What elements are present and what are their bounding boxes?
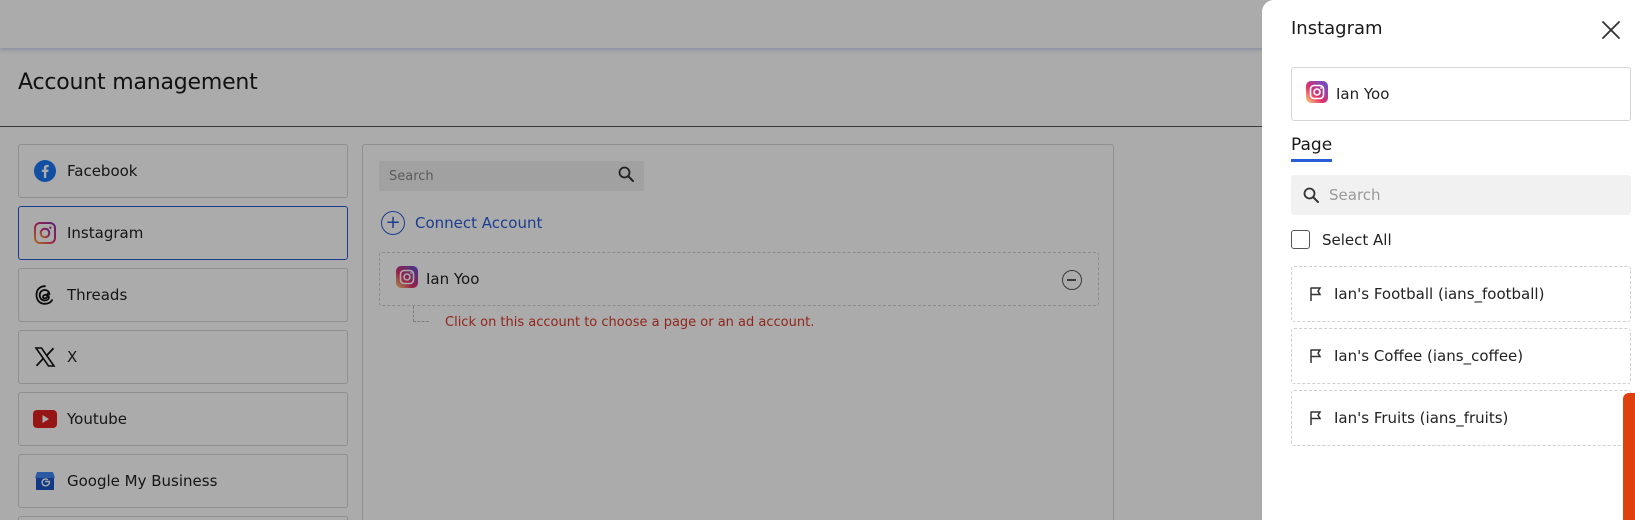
tree-connector: [413, 306, 429, 322]
platform-label: Google My Business: [67, 472, 218, 490]
tab-page[interactable]: Page: [1291, 135, 1333, 162]
select-all-checkbox[interactable]: [1291, 230, 1310, 249]
platform-label: Youtube: [67, 410, 127, 428]
select-all[interactable]: Select All: [1291, 230, 1392, 249]
platform-item-more[interactable]: [18, 516, 348, 520]
page-search-input[interactable]: [1329, 186, 1631, 204]
platform-label: X: [67, 348, 78, 366]
connect-account-button[interactable]: + Connect Account: [381, 211, 542, 235]
account-search-input[interactable]: [389, 168, 618, 184]
account-name: Ian Yoo: [426, 270, 480, 288]
remove-account-icon[interactable]: [1062, 270, 1082, 290]
instagram-drawer: Instagram Ian Yoo Page Select All Ian's …: [1262, 0, 1635, 520]
x-icon: [33, 345, 57, 369]
close-icon: [1602, 21, 1620, 39]
instagram-icon: [1306, 81, 1328, 107]
page-item[interactable]: Ian's Coffee (ians_coffee): [1291, 328, 1631, 384]
flag-icon: [1310, 287, 1322, 301]
connect-account-label: Connect Account: [415, 214, 543, 232]
platform-item-x[interactable]: X: [18, 330, 348, 384]
platform-item-threads[interactable]: Threads: [18, 268, 348, 322]
platform-item-youtube[interactable]: Youtube: [18, 392, 348, 446]
page-search: [1291, 175, 1631, 215]
youtube-icon: [33, 407, 57, 431]
page-item-label: Ian's Coffee (ians_coffee): [1334, 347, 1524, 365]
platform-item-facebook[interactable]: Facebook: [18, 144, 348, 198]
selected-account-name: Ian Yoo: [1336, 85, 1390, 103]
page-title: Account management: [18, 70, 258, 95]
page-item[interactable]: Ian's Football (ians_football): [1291, 266, 1631, 322]
account-search: [379, 161, 644, 191]
page-item-label: Ian's Fruits (ians_fruits): [1334, 409, 1509, 427]
platform-item-google-my-business[interactable]: Google My Business: [18, 454, 348, 508]
platform-item-instagram[interactable]: Instagram: [18, 206, 348, 260]
instagram-icon: [33, 221, 57, 245]
account-hint: Click on this account to choose a page o…: [445, 315, 815, 330]
instagram-icon: [396, 266, 418, 292]
accounts-panel: + Connect Account Ian Yoo Click on this …: [362, 144, 1114, 520]
facebook-icon: [33, 159, 57, 183]
flag-icon: [1310, 411, 1322, 425]
close-button[interactable]: [1599, 18, 1623, 42]
platform-list: Facebook Instagram Threads X Youtube Goo…: [18, 144, 348, 520]
search-icon: [1303, 187, 1319, 203]
selected-account: Ian Yoo: [1291, 67, 1631, 121]
platform-label: Facebook: [67, 162, 138, 180]
google-my-business-icon: [33, 469, 57, 493]
page-item-label: Ian's Football (ians_football): [1334, 285, 1545, 303]
feedback-side-tab[interactable]: [1623, 393, 1635, 520]
platform-label: Threads: [67, 286, 128, 304]
plus-circle-icon: +: [381, 211, 405, 235]
search-icon[interactable]: [618, 166, 634, 186]
platform-label: Instagram: [67, 224, 144, 242]
account-row[interactable]: Ian Yoo: [379, 252, 1099, 306]
flag-icon: [1310, 349, 1322, 363]
page-item[interactable]: Ian's Fruits (ians_fruits): [1291, 390, 1631, 446]
page-list: Ian's Football (ians_football) Ian's Cof…: [1291, 266, 1631, 452]
drawer-title: Instagram: [1291, 18, 1383, 39]
threads-icon: [33, 283, 57, 307]
select-all-label: Select All: [1322, 230, 1392, 249]
